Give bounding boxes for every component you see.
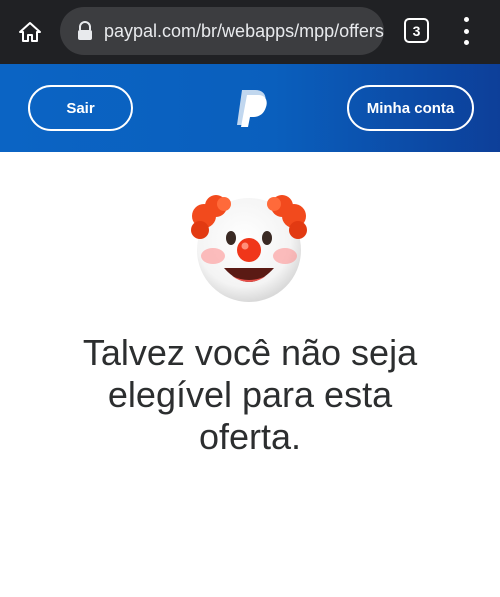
ineligible-offer-message: Talvez você não seja elegível para esta … [82, 332, 418, 457]
lock-icon [78, 21, 92, 40]
browser-toolbar: paypal.com/br/webapps/mpp/offers?v 3 [0, 0, 500, 64]
home-icon [19, 22, 41, 42]
tab-switcher-button[interactable]: 3 [404, 18, 429, 43]
home-button[interactable] [10, 12, 50, 52]
paypal-header: Sair Minha conta [0, 64, 500, 152]
logout-button[interactable]: Sair [28, 85, 133, 131]
paypal-logo[interactable] [233, 87, 269, 129]
my-account-button[interactable]: Minha conta [347, 85, 474, 131]
address-bar[interactable]: paypal.com/br/webapps/mpp/offers?v [60, 7, 384, 55]
clown-face-emoji [191, 195, 307, 302]
url-text: paypal.com/br/webapps/mpp/offers?v [104, 20, 384, 41]
tab-count: 3 [412, 22, 421, 39]
more-vert-icon[interactable] [452, 14, 480, 48]
